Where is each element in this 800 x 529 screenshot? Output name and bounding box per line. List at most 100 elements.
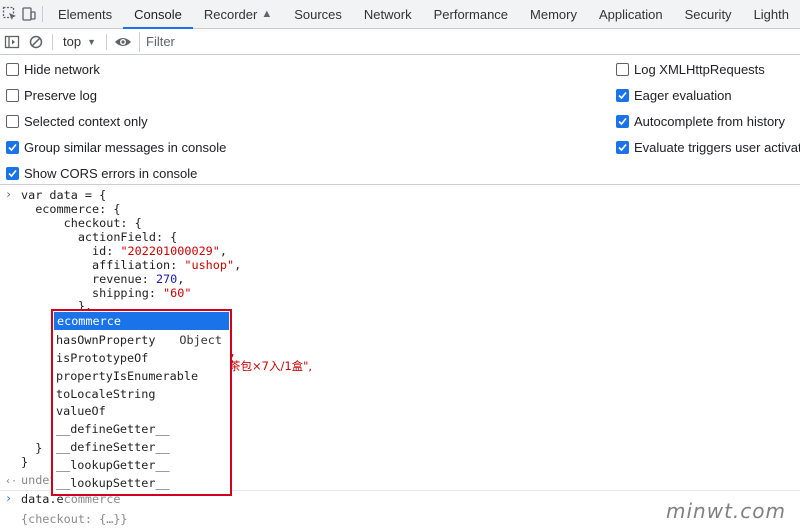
tab-label: Elements — [57, 6, 113, 22]
show-sidebar-icon[interactable] — [0, 30, 24, 54]
autocomplete-item[interactable]: __defineSetter__ — [53, 438, 230, 456]
checkbox-checked[interactable] — [6, 166, 19, 180]
checkbox-checked[interactable] — [6, 140, 19, 154]
setting-label: Hide network — [24, 61, 100, 77]
tab-label: Performance — [433, 6, 509, 22]
autocomplete-item[interactable]: propertyIsEnumerable — [53, 367, 230, 385]
toolbar-separator — [106, 33, 107, 50]
tab-elements[interactable]: Elements — [47, 0, 123, 28]
setting-label: Log XMLHttpRequests — [634, 61, 765, 77]
context-value: top — [63, 34, 82, 49]
autocomplete-item-label: hasOwnProperty — [56, 332, 156, 347]
clear-console-icon[interactable] — [24, 30, 48, 54]
checkbox-unchecked[interactable] — [616, 62, 629, 76]
code-key: revenue: — [21, 272, 156, 286]
autocomplete-item-label: propertyIsEnumerable — [56, 368, 199, 383]
autocomplete-dropdown: ecommerce hasOwnProperty Object isPrototype… — [51, 309, 232, 496]
tab-label: Security — [684, 6, 732, 22]
checkbox-checked[interactable] — [616, 140, 629, 154]
autocomplete-item[interactable]: __defineGetter__ — [53, 420, 230, 438]
flask-icon: ▲ — [261, 8, 273, 20]
context-selector[interactable]: top ▼ — [57, 34, 102, 49]
setting-label: Show CORS errors in console — [24, 165, 198, 181]
autocomplete-item[interactable]: toLocaleString — [53, 385, 230, 403]
autocomplete-item-label: __lookupSetter__ — [56, 475, 170, 490]
autocomplete-item-label: __defineSetter__ — [56, 440, 170, 455]
eager-eval-text: {checkout: {…}} — [21, 512, 128, 526]
setting-preserve-log[interactable]: Preserve log — [6, 86, 97, 104]
code-string: "202201000029" — [120, 244, 220, 258]
tab-console[interactable]: Console — [123, 0, 193, 29]
setting-selected-context-only[interactable]: Selected context only — [6, 112, 148, 130]
live-expression-eye-icon[interactable] — [111, 30, 135, 54]
code-string: "60" — [163, 286, 192, 300]
checkbox-checked[interactable] — [616, 114, 629, 128]
setting-group-similar-messages-in-console[interactable]: Group similar messages in console — [6, 138, 226, 156]
setting-hide-network[interactable]: Hide network — [6, 60, 100, 78]
code-line: } — [21, 455, 29, 470]
tab-application[interactable]: Application — [588, 0, 674, 28]
autocomplete-item[interactable]: valueOf — [53, 402, 230, 420]
code-line: affiliation: "ushop", — [21, 258, 242, 272]
autocomplete-item-label: ecommerce — [57, 313, 121, 328]
result-arrow-icon: ‹· — [5, 476, 18, 487]
code-string: 茶包×7入/1盒", — [229, 359, 313, 373]
autocomplete-item[interactable]: __lookupGetter__ — [53, 456, 230, 474]
checkbox-unchecked[interactable] — [6, 62, 19, 76]
autocomplete-item[interactable]: hasOwnProperty Object — [53, 331, 230, 349]
code-key: affiliation: — [21, 258, 185, 272]
filter-input[interactable]: Filter — [139, 31, 800, 52]
autocomplete-item[interactable]: isPrototypeOf — [53, 349, 230, 367]
code-line: checkout: { — [21, 216, 142, 231]
autocomplete-item-label: toLocaleString — [56, 386, 156, 401]
tab-label: Sources — [294, 6, 342, 22]
setting-show-cors-errors-in-console[interactable]: Show CORS errors in console — [6, 164, 197, 182]
checkbox-checked[interactable] — [616, 88, 629, 102]
code-line: var data = { — [21, 188, 106, 203]
setting-label: Autocomplete from history — [634, 113, 786, 129]
autocomplete-item[interactable]: __lookupSetter__ — [53, 474, 230, 492]
code-text: actionField: { — [21, 230, 178, 244]
checkbox-unchecked[interactable] — [6, 88, 19, 102]
setting-evaluate-triggers-user-activation[interactable]: Evaluate triggers user activation — [616, 138, 800, 156]
toolbar-separator — [52, 33, 53, 50]
setting-label: Evaluate triggers user activation — [634, 139, 800, 155]
tab-sources[interactable]: Sources — [283, 0, 353, 28]
inspect-element-icon[interactable] — [0, 0, 19, 28]
tab-label: Console — [134, 6, 182, 22]
console-settings-pane: Hide network Preserve log Selected context… — [0, 55, 800, 185]
setting-log-xmlhttprequests[interactable]: Log XMLHttpRequests — [616, 60, 765, 78]
autocomplete-item-label: __lookupGetter__ — [56, 458, 170, 473]
setting-label: Preserve log — [24, 87, 97, 103]
tab-separator — [42, 6, 43, 22]
setting-autocomplete-from-history[interactable]: Autocomplete from history — [616, 112, 785, 130]
tab-performance[interactable]: Performance — [423, 0, 519, 28]
chevron-down-icon: ▼ — [87, 36, 96, 47]
eager-eval-preview: {checkout: {…}} — [21, 512, 128, 527]
watermark: minwt.com — [666, 499, 786, 523]
autocomplete-item[interactable]: ecommerce — [54, 312, 229, 330]
checkbox-unchecked[interactable] — [6, 114, 19, 128]
code-text: } — [21, 455, 29, 469]
autocomplete-item-label: __defineGetter__ — [56, 422, 170, 437]
setting-label: Group similar messages in console — [24, 139, 227, 155]
tab-network[interactable]: Network — [353, 0, 423, 28]
tab-label: Recorder — [203, 6, 258, 22]
code-text: } — [21, 441, 43, 455]
tab-memory[interactable]: Memory — [519, 0, 588, 28]
prompt-chevron-icon: › — [5, 187, 13, 201]
device-toolbar-icon[interactable] — [19, 0, 38, 28]
tab-lighthouse[interactable]: Lighth — [743, 0, 800, 28]
tab-label: Application — [598, 6, 663, 22]
setting-eager-evaluation[interactable]: Eager evaluation — [616, 86, 732, 104]
tab-recorder[interactable]: Recorder ▲ — [193, 0, 283, 28]
tab-label: Memory — [530, 6, 577, 22]
code-line: id: "202201000029", — [21, 244, 227, 258]
code-string: "ushop" — [184, 258, 235, 272]
code-line: actionField: { — [21, 230, 178, 245]
code-key: shipping: — [21, 286, 164, 300]
code-line: } — [21, 441, 43, 456]
autocomplete-type-hint: Object — [179, 332, 222, 347]
code-key: id: — [21, 244, 121, 258]
tab-security[interactable]: Security — [674, 0, 743, 28]
